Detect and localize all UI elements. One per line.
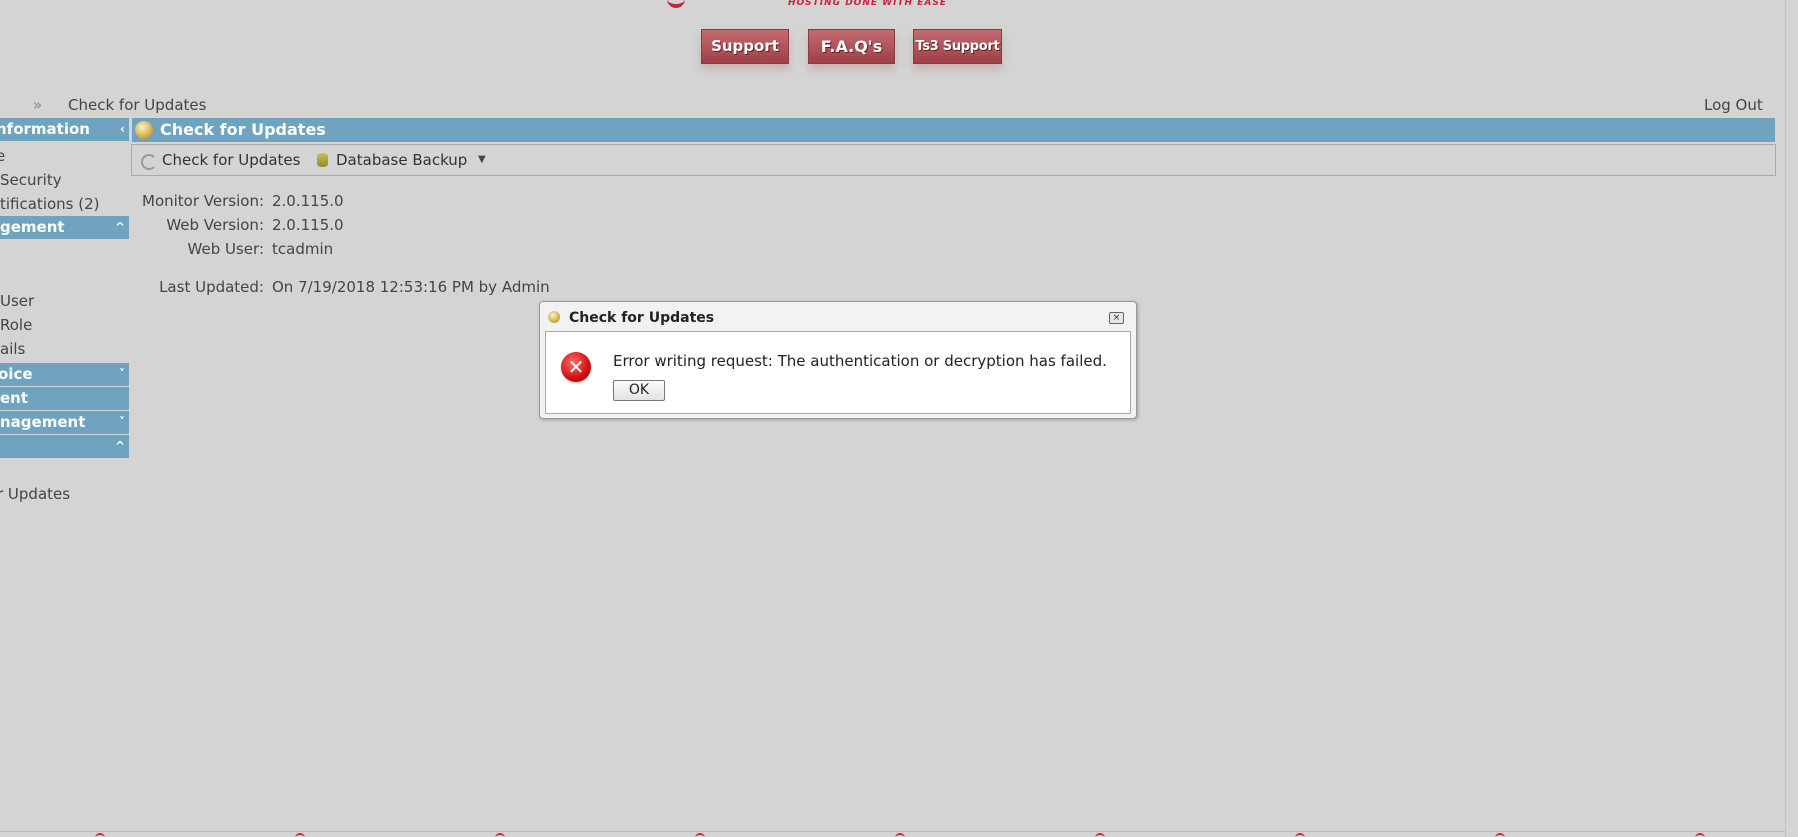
footer-decoration [95,833,105,837]
close-icon[interactable]: × [1109,312,1124,324]
footer-decoration [1495,833,1505,837]
web-user-value: tcadmin [272,240,334,258]
logo-tagline: Hosting done with ease [788,0,947,8]
faq-button[interactable]: F.A.Q's [808,29,895,64]
sidebar-section-nagement[interactable]: nagement ˅ [0,411,129,434]
web-version-value: 2.0.115.0 [272,216,344,234]
sidebar-section-label: ent [0,389,29,407]
sidebar-section-information[interactable]: nformation ‹ [0,118,129,141]
logo-swoosh-icon [667,0,685,8]
error-dialog: Check for Updates × ✕ Error writing requ… [539,301,1137,419]
error-icon: ✕ [561,352,591,382]
footer-decoration [295,833,305,837]
monitor-version-value: 2.0.115.0 [272,192,344,210]
database-icon [317,153,328,167]
last-updated-value: On 7/19/2018 12:53:16 PM by Admin [272,278,550,296]
page: Hosting done with ease Support F.A.Q's T… [0,0,1798,837]
last-updated-label: Last Updated: [159,278,264,296]
logo[interactable]: Hosting done with ease [660,0,960,10]
chevron-up-icon: ^ [114,439,125,453]
footer-decoration [495,833,505,837]
vertical-scrollbar[interactable] [1785,0,1798,837]
ok-button[interactable]: OK [613,380,665,401]
support-button[interactable]: Support [701,29,789,64]
breadcrumb-separator: » [33,96,43,114]
database-backup-button[interactable]: Database Backup [336,145,467,175]
chevron-down-icon: ˅ [119,367,125,381]
footer-decoration [1095,833,1105,837]
footer-decoration [1695,833,1705,837]
sidebar-section-label: gement [0,218,65,236]
breadcrumb-current: Check for Updates [68,96,207,114]
panel-title: Check for Updates [160,120,326,139]
sidebar-section-content[interactable]: ent [0,387,129,410]
chevron-down-icon: ˅ [119,415,125,429]
logout-link[interactable]: Log Out [1704,96,1763,114]
globe-icon [135,121,153,139]
sidebar-item-notifications[interactable]: tifications (2) [0,193,100,215]
footer-decoration [895,833,905,837]
sidebar-item-emails[interactable]: ails [0,338,25,360]
ts3-support-button[interactable]: Ts3 Support [913,29,1002,64]
sidebar-item-check-updates[interactable]: r Updates [0,483,70,505]
check-for-updates-button[interactable]: Check for Updates [162,145,300,175]
sidebar-section-management[interactable]: gement ^ [0,216,129,239]
web-version-label: Web Version: [166,216,264,234]
caret-down-icon[interactable]: ▼ [478,145,486,175]
panel-title-bar: Check for Updates [132,118,1775,142]
footer-divider [0,831,1785,832]
sidebar-section-label: oice [0,365,33,383]
footer-decoration [695,833,705,837]
web-user-label: Web User: [187,240,264,258]
monitor-version-label: Monitor Version: [142,192,264,210]
dialog-title-icon [548,311,560,323]
sidebar-item-security[interactable]: Security [0,169,62,191]
sidebar-section-voice[interactable]: oice ˅ [0,363,129,386]
sidebar-item-user[interactable]: User [0,290,34,312]
sidebar-item-home[interactable]: e [0,145,5,167]
footer-decoration [1295,833,1305,837]
sidebar-section-label: nagement [0,413,86,431]
chevron-left-icon: ‹ [120,122,125,136]
chevron-up-icon: ^ [114,220,125,234]
sidebar: nformation ‹ e Security tifications (2) … [0,118,129,718]
error-message: Error writing request: The authenticatio… [613,352,1107,370]
sidebar-section-system[interactable]: ^ [0,435,129,458]
refresh-icon [141,154,157,170]
toolbar: Check for Updates Database Backup ▼ [131,144,1776,176]
dialog-body: ✕ Error writing request: The authenticat… [545,331,1131,414]
dialog-title: Check for Updates [569,310,715,326]
sidebar-item-role[interactable]: Role [0,314,32,336]
sidebar-section-label: nformation [0,120,90,138]
